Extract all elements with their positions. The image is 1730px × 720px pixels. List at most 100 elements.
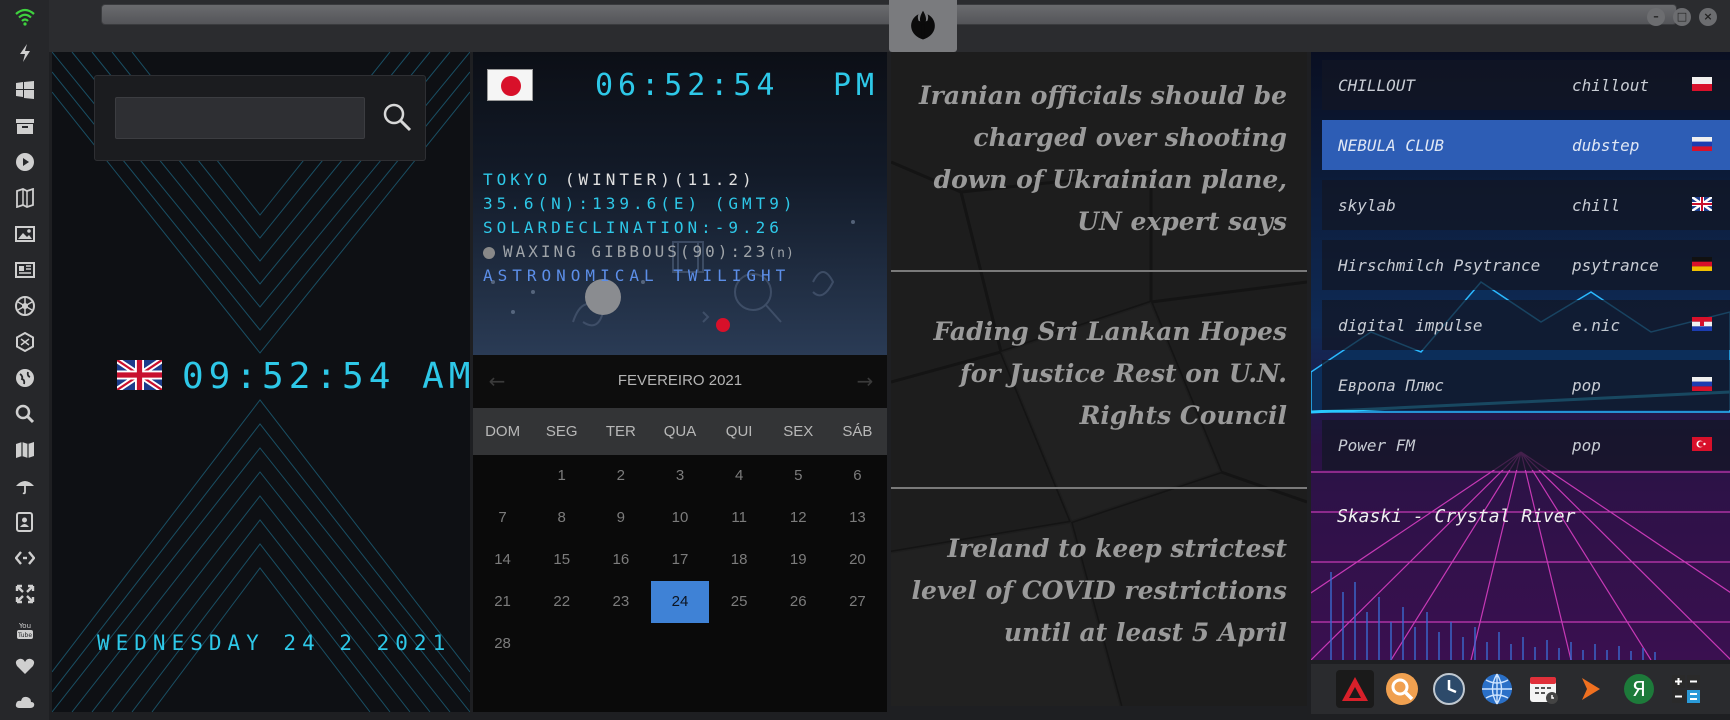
calendar-day[interactable]: 1 (533, 455, 590, 497)
twilight-status: ASTRONOMICAL TWILIGHT (483, 266, 791, 285)
calendar-day[interactable]: 4 (711, 455, 768, 497)
code-icon[interactable] (14, 547, 36, 569)
calendar-day[interactable]: 27 (829, 581, 886, 623)
search-input[interactable] (115, 97, 365, 139)
calendar-day[interactable]: 14 (474, 539, 531, 581)
calendar-day[interactable]: 9 (592, 497, 649, 539)
calendar-day[interactable]: 13 (829, 497, 886, 539)
radio-station[interactable]: CHILLOUT chillout (1322, 60, 1730, 110)
umbrella-icon[interactable] (14, 475, 36, 497)
rebel-icon[interactable] (14, 295, 36, 317)
heart-icon[interactable] (14, 655, 36, 677)
image-icon[interactable] (14, 223, 36, 245)
news-headline-2[interactable]: Fading Sri Lankan Hopes for Justice Rest… (891, 311, 1307, 437)
calendar-day[interactable]: 23 (592, 581, 649, 623)
radio-station[interactable]: digital impulse e.nic (1322, 300, 1730, 350)
maximize-button[interactable]: □ (1673, 8, 1691, 26)
search-icon[interactable] (14, 403, 36, 425)
station-genre: chillout (1572, 75, 1650, 95)
coordinates: 35.6(N):139.6(E) (GMT9) (483, 194, 797, 213)
radio-station[interactable]: skylab chill (1322, 180, 1730, 230)
radio-station[interactable]: Power FM pop (1322, 420, 1730, 470)
calendar-day[interactable]: 17 (651, 539, 708, 581)
calendar-day[interactable]: 22 (533, 581, 590, 623)
uk-flag-icon (1692, 197, 1712, 211)
calendar-day[interactable]: 20 (829, 539, 886, 581)
station-name: CHILLOUT (1338, 75, 1416, 95)
youtube-icon[interactable]: You Tube (14, 619, 36, 641)
calendar-day[interactable]: 12 (770, 497, 827, 539)
news-headline-1[interactable]: Iranian officials should be charged over… (891, 75, 1307, 243)
calendar-day[interactable]: 18 (711, 539, 768, 581)
calendar-day[interactable]: 28 (474, 623, 531, 665)
search-box (94, 75, 426, 161)
calendar-day[interactable]: 26 (770, 581, 827, 623)
calendar-day[interactable]: 10 (651, 497, 708, 539)
weekday-label: TER (605, 423, 636, 440)
station-name: skylab (1338, 195, 1396, 215)
play-icon[interactable] (14, 151, 36, 173)
russia-flag-icon (1692, 377, 1712, 391)
windows-icon[interactable] (14, 79, 36, 101)
wifi-icon[interactable] (14, 6, 36, 28)
expand-icon[interactable] (14, 583, 36, 605)
calendar-weekday-row: DOM SEG TER QUA QUI SEX SÁB (473, 408, 887, 455)
svg-text:Tube: Tube (17, 632, 32, 639)
now-playing-track: Skaski - Crystal River (1337, 506, 1576, 527)
poland-flag-icon (1692, 77, 1712, 91)
lightning-icon[interactable] (14, 42, 36, 64)
calendar-day[interactable]: 7 (474, 497, 531, 539)
japan-flag-icon (487, 69, 533, 101)
calendar-day[interactable]: 19 (770, 539, 827, 581)
archive-icon[interactable] (14, 115, 36, 137)
calendar-day[interactable]: 11 (711, 497, 768, 539)
contacts-icon[interactable] (14, 511, 36, 533)
yandex-app-icon[interactable]: Я (1620, 670, 1658, 708)
weekday-label: DOM (485, 423, 521, 440)
news-panel: Iranian officials should be charged over… (891, 52, 1307, 706)
radio-station[interactable]: Hirschmilch Psytrance psytrance (1322, 240, 1730, 290)
calendar-day[interactable]: 5 (770, 455, 827, 497)
globe-app-icon[interactable] (1478, 670, 1516, 708)
moon-phase-line: WAXING GIBBOUS(90):23(n) (483, 242, 795, 261)
calendar-day[interactable]: 16 (592, 539, 649, 581)
calendar-day[interactable]: 25 (711, 581, 768, 623)
calendar-app-icon[interactable] (1525, 670, 1563, 708)
red-triangle-app-icon[interactable] (1336, 670, 1374, 708)
minimize-button[interactable]: – (1647, 8, 1665, 26)
solar-declination: SOLARDECLINATION:-9.26 (483, 218, 783, 237)
arrow-app-icon[interactable] (1572, 670, 1610, 708)
left-sidebar: You Tube (0, 0, 49, 720)
close-button[interactable]: × (1699, 8, 1717, 26)
world-info: 06:52:54 PM TOKYO (WINTER)(11.2) 35.6(N)… (473, 52, 887, 355)
station-name: Hirschmilch Psytrance (1338, 255, 1541, 275)
map-book-icon[interactable] (14, 187, 36, 209)
clock-app-icon[interactable] (1430, 670, 1468, 708)
calendar-day[interactable]: 3 (651, 455, 708, 497)
news-icon[interactable] (14, 259, 36, 281)
search-button[interactable] (380, 100, 414, 134)
moon-phase-suffix: (n) (768, 246, 795, 261)
station-genre: pop (1572, 435, 1601, 455)
calendar-day[interactable]: 8 (533, 497, 590, 539)
germany-flag-icon (1692, 257, 1712, 271)
station-name: Европа Плюс (1338, 375, 1444, 395)
local-date: WEDNESDAY 24 2 2021 (97, 631, 452, 655)
shield-hex-icon[interactable] (14, 331, 36, 353)
calendar-day-today[interactable]: 24 (651, 581, 709, 623)
rebel-alliance-logo[interactable] (889, 0, 957, 52)
globe-icon[interactable] (14, 367, 36, 389)
calendar-day[interactable]: 2 (592, 455, 649, 497)
cloud-icon[interactable] (14, 691, 36, 713)
calendar-day[interactable]: 21 (474, 581, 531, 623)
news-headline-3[interactable]: Ireland to keep strictest level of COVID… (891, 528, 1307, 654)
radio-station-active[interactable]: NEBULA CLUB dubstep (1322, 120, 1730, 170)
calendar-day[interactable]: 15 (533, 539, 590, 581)
calendar-day[interactable]: 6 (829, 455, 886, 497)
calendar-next-button[interactable]: → (853, 369, 877, 393)
calculator-app-icon[interactable] (1667, 670, 1705, 708)
weekday-label: QUA (663, 423, 697, 440)
map-icon[interactable] (14, 439, 36, 461)
magnifier-app-icon[interactable] (1383, 670, 1421, 708)
radio-station[interactable]: Европа Плюс pop (1322, 360, 1730, 410)
